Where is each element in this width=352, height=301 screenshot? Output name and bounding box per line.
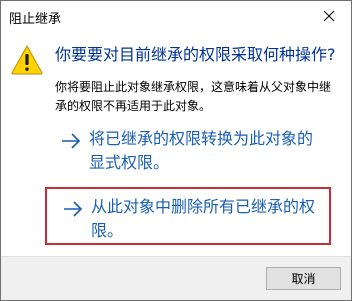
main-instruction: 你要要对目前继承的权限采取何种操作? [55,45,336,64]
arrow-right-icon [62,133,81,149]
footer-bar: 取消 [1,256,351,300]
remove-inherited-permissions-option[interactable]: 从此对象中删除所有已继承的权限。 [45,187,331,245]
close-icon [323,10,335,22]
warning-icon [11,45,43,75]
convert-inherited-permissions-option[interactable]: 将已继承的权限转换为此对象的显式权限。 [49,121,331,185]
option-label: 将已继承的权限转换为此对象的显式权限。 [89,129,314,172]
close-button[interactable] [307,1,351,31]
title-bar: 阻止继承 [1,1,351,31]
window-title: 阻止继承 [9,12,62,27]
arrow-right-icon [64,201,83,217]
content-text: 你将要阻止此对象继承权限，这意味着从父对象中继承的权限不再适用于此对象。 [55,80,332,113]
block-inheritance-dialog: 阻止继承 你要要对目前继承的权限采取何种操作? 你将要阻止此对象继承权限，这意味… [0,0,352,301]
cancel-button[interactable]: 取消 [266,267,341,290]
option-label: 从此对象中删除所有已继承的权限。 [91,197,316,240]
